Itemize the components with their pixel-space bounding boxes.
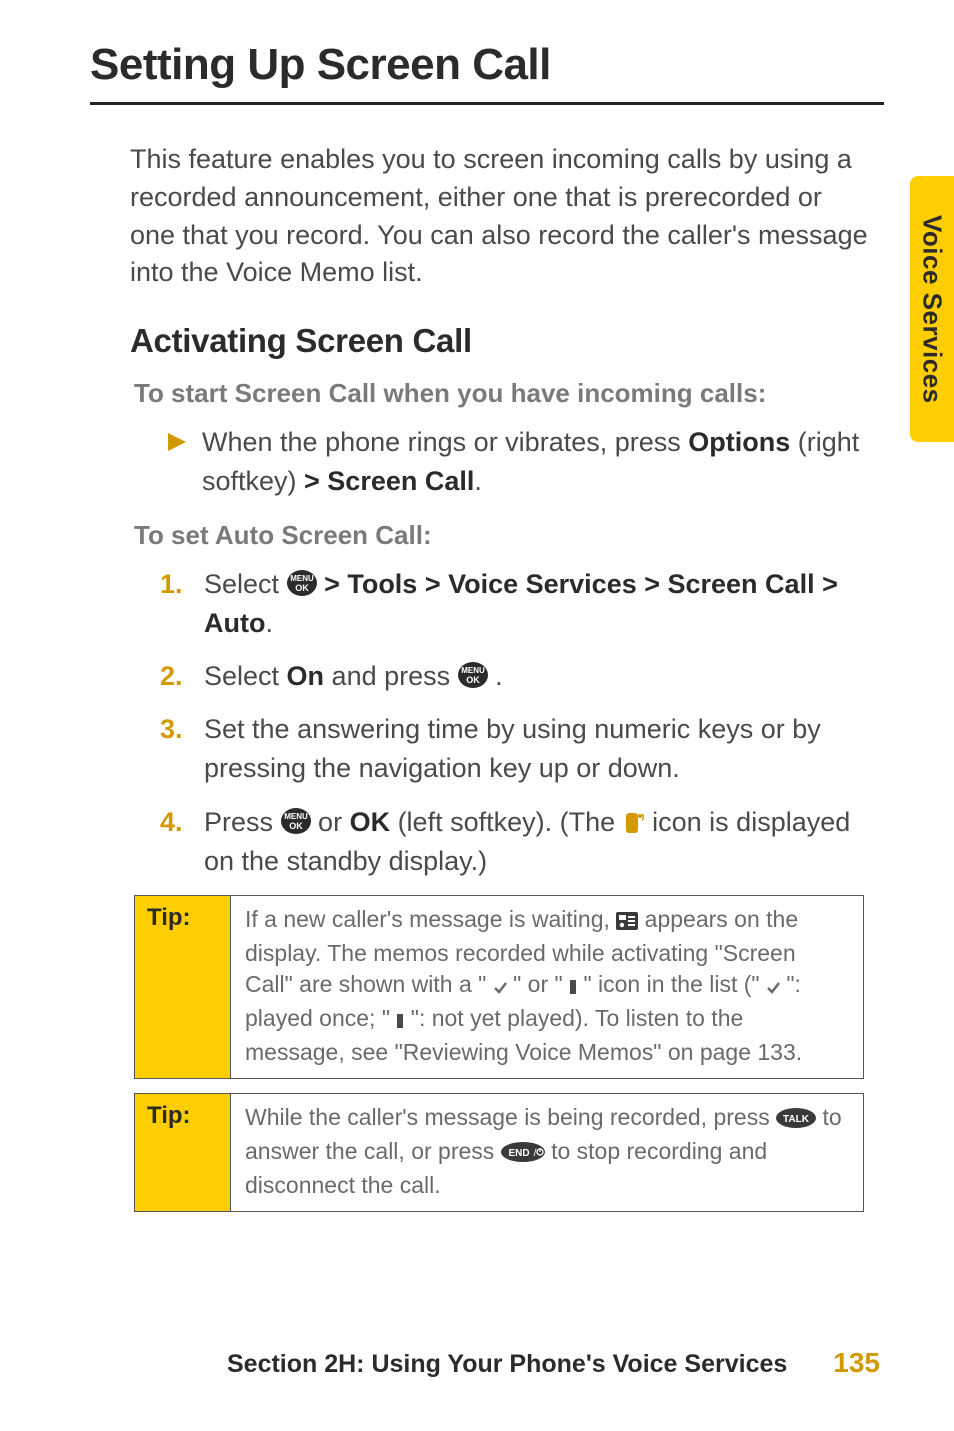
check-icon — [766, 972, 780, 1003]
svg-text:TALK: TALK — [783, 1114, 810, 1125]
bar-icon — [569, 972, 577, 1003]
step-body: Select On and press MENUOK . — [204, 657, 864, 696]
label-on: On — [287, 661, 325, 691]
page-title: Setting Up Screen Call — [90, 40, 884, 90]
menu-ok-icon: MENUOK — [287, 568, 317, 598]
end-key-icon: END / — [501, 1139, 545, 1170]
tip-label: Tip: — [135, 1094, 231, 1211]
tip-body: While the caller's message is being reco… — [231, 1094, 863, 1211]
label-options: Options — [688, 427, 790, 457]
svg-text:OK: OK — [295, 583, 309, 593]
svg-text:OK: OK — [466, 675, 480, 685]
menu-ok-icon: MENUOK — [458, 660, 488, 690]
step-number: 2. — [160, 657, 204, 696]
tip-body: If a new caller's message is waiting, ap… — [231, 896, 863, 1078]
tip-box-2: Tip: While the caller's message is being… — [134, 1093, 864, 1212]
bullet-item: When the phone rings or vibrates, press … — [168, 423, 864, 500]
svg-text:MENU: MENU — [290, 574, 314, 583]
footer-section: Section 2H: Using Your Phone's Voice Ser… — [227, 1350, 787, 1379]
talk-key-icon: TALK — [776, 1105, 816, 1136]
tip-label: Tip: — [135, 896, 231, 1078]
label-ok: OK — [350, 807, 391, 837]
screen-call-status-icon — [623, 810, 645, 836]
text: When the phone rings or vibrates, press — [202, 427, 688, 457]
procedure-heading-2: To set Auto Screen Call: — [134, 520, 884, 551]
title-rule — [90, 102, 884, 105]
page: Voice Services Setting Up Screen Call Th… — [0, 0, 954, 1431]
text: " icon in the list (" — [583, 971, 766, 997]
step-3: 3. Set the answering time by using numer… — [160, 710, 864, 788]
text: or — [318, 807, 350, 837]
step-2: 2. Select On and press MENUOK . — [160, 657, 864, 696]
text: " or " — [513, 971, 569, 997]
text: Select — [204, 661, 287, 691]
bar-icon — [396, 1006, 404, 1037]
text: and press — [324, 661, 458, 691]
step-body: Set the answering time by using numeric … — [204, 710, 864, 788]
bullet-triangle-icon — [168, 423, 202, 500]
text: . — [474, 466, 482, 496]
tip-box-1: Tip: If a new caller's message is waitin… — [134, 895, 864, 1079]
procedure-heading-1: To start Screen Call when you have incom… — [134, 378, 884, 409]
section-heading: Activating Screen Call — [130, 322, 884, 360]
step-1: 1. Select MENUOK > Tools > Voice Service… — [160, 565, 864, 643]
message-waiting-icon — [616, 907, 638, 938]
label-screen-call: > Screen Call — [304, 466, 474, 496]
text: . — [265, 608, 273, 638]
svg-text:/: / — [533, 1148, 536, 1159]
page-footer: Section 2H: Using Your Phone's Voice Ser… — [0, 1347, 954, 1379]
svg-text:MENU: MENU — [284, 812, 308, 821]
svg-text:END: END — [508, 1148, 529, 1159]
step-number: 3. — [160, 710, 204, 788]
text: . — [495, 661, 503, 691]
intro-paragraph: This feature enables you to screen incom… — [130, 141, 874, 292]
footer-page-number: 135 — [833, 1347, 880, 1379]
side-tab: Voice Services — [910, 176, 954, 442]
text: While the caller's message is being reco… — [245, 1104, 776, 1130]
side-tab-label: Voice Services — [917, 215, 948, 404]
step-body: Press MENUOK or OK (left softkey). (The … — [204, 803, 864, 881]
menu-ok-icon: MENUOK — [281, 806, 311, 836]
check-icon — [493, 972, 507, 1003]
step-number: 1. — [160, 565, 204, 643]
text: If a new caller's message is waiting, — [245, 906, 616, 932]
text: (left softkey). (The — [390, 807, 623, 837]
step-number: 4. — [160, 803, 204, 881]
svg-text:OK: OK — [289, 821, 303, 831]
step-4: 4. Press MENUOK or OK (left softkey). (T… — [160, 803, 864, 881]
svg-text:MENU: MENU — [461, 666, 485, 675]
text: Press — [204, 807, 281, 837]
step-list: 1. Select MENUOK > Tools > Voice Service… — [160, 565, 864, 881]
text: Select — [204, 569, 287, 599]
bullet-text: When the phone rings or vibrates, press … — [202, 423, 864, 500]
step-body: Select MENUOK > Tools > Voice Services >… — [204, 565, 864, 643]
